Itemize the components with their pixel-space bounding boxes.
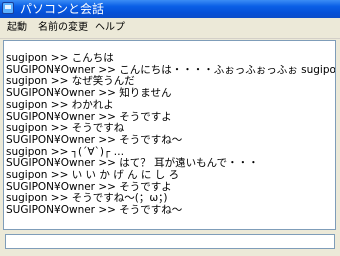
- chat-message: SUGIPON¥Owner >> そうですね〜: [6, 204, 183, 217]
- menu-bar: 起動 名前の変更 ヘルプ: [0, 18, 340, 39]
- window-title: パソコンと会話: [20, 2, 105, 16]
- chat-message: sugipon >> わかれよ: [6, 98, 114, 111]
- chat-message: sugipon >> い い か げ ん に し ろ: [6, 169, 180, 182]
- menu-rename[interactable]: 名前の変更: [38, 21, 88, 35]
- app-icon: [2, 2, 14, 14]
- message-input[interactable]: [5, 234, 335, 249]
- chat-message: SUGIPON¥Owner >> そうですね〜: [6, 133, 183, 146]
- title-bar: パソコンと会話: [0, 0, 340, 18]
- chat-lines: sugipon >> こんちは SUGIPON¥Owner >> こんにちは・・・…: [6, 52, 335, 217]
- chat-log[interactable]: sugipon >> こんちは SUGIPON¥Owner >> こんにちは・・・…: [3, 40, 336, 230]
- chat-message: sugipon >> こんちは: [6, 52, 114, 64]
- menu-help[interactable]: ヘルプ: [95, 21, 125, 35]
- menu-start[interactable]: 起動: [7, 21, 27, 35]
